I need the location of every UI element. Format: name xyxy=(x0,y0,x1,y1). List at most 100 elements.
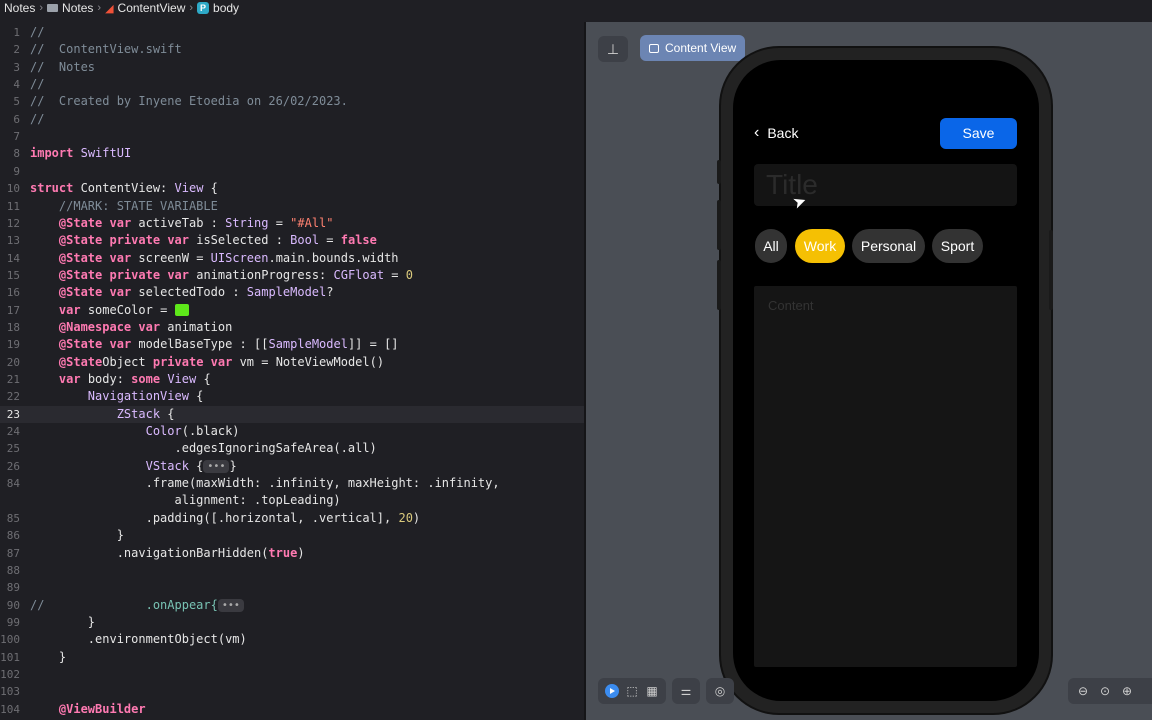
save-button[interactable]: Save xyxy=(940,118,1017,149)
preview-mode-group: ⬚ ▦ xyxy=(598,678,666,704)
code-text: VStack {•••} xyxy=(145,458,237,473)
line-number: 84 xyxy=(6,477,20,491)
code-text: // xyxy=(30,77,45,92)
line-number: 99 xyxy=(6,615,20,629)
phone-volume-down-button xyxy=(717,260,721,310)
breadcrumb-folder[interactable]: Notes xyxy=(62,1,93,15)
code-line[interactable]: 26 VStack {•••} xyxy=(0,458,584,475)
code-text: .padding([.horizontal, .vertical], 20) xyxy=(30,510,421,525)
tab-content-view[interactable]: Content View xyxy=(640,35,745,61)
code-editor[interactable]: 1 // 2 // ContentView.swift 3 // Notes 4 // 5 // … xyxy=(0,22,584,720)
line-number: 15 xyxy=(6,268,20,282)
line-number: 19 xyxy=(6,338,20,352)
code-text: //MARK: STATE VARIABLE xyxy=(30,198,218,213)
code-line[interactable]: 20 @StateObject private var vm = NoteVie… xyxy=(0,354,584,371)
code-line[interactable]: 12 @State var activeTab : String = "#All… xyxy=(0,215,584,232)
code-line[interactable]: 1 // xyxy=(0,24,584,41)
line-number: 7 xyxy=(13,130,20,144)
line-number: 6 xyxy=(13,112,20,126)
line-number: 21 xyxy=(6,373,20,386)
code-line[interactable]: 90 // .onAppear{••• xyxy=(0,597,584,614)
line-number: 2 xyxy=(13,43,20,57)
folded-code-icon[interactable]: ••• xyxy=(203,459,230,473)
code-line[interactable]: 15 @State private var animationProgress:… xyxy=(0,267,584,284)
code-line[interactable]: 3 // Notes xyxy=(0,59,584,76)
code-text: var body: some View { xyxy=(58,372,211,386)
swift-file-icon: ◢ xyxy=(105,2,114,15)
code-line[interactable]: 13 @State private var isSelected : Bool … xyxy=(0,232,584,249)
phone-power-button xyxy=(1049,230,1053,310)
code-line[interactable]: 5 // Created by Inyene Etoedia on 26/02/2… xyxy=(0,93,584,110)
back-button[interactable]: ‹ Back xyxy=(754,124,798,142)
code-line[interactable]: 16 @State var selectedTodo : SampleModel… xyxy=(0,284,584,301)
code-line[interactable]: 11 //MARK: STATE VARIABLE xyxy=(0,198,584,215)
line-number: 102 xyxy=(0,667,20,681)
code-text: // Notes xyxy=(30,59,96,74)
code-text: NavigationView { xyxy=(87,389,204,404)
folded-code-icon[interactable]: ••• xyxy=(217,598,244,612)
code-line[interactable]: 25 .edgesIgnoringSafeArea(.all) xyxy=(0,440,584,457)
code-line[interactable]: 18 @Namespace var animation xyxy=(0,319,584,336)
chip-personal[interactable]: Personal xyxy=(852,229,925,263)
code-line[interactable]: 23 ZStack { xyxy=(0,405,584,423)
line-number: 12 xyxy=(6,216,20,230)
line-number: 5 xyxy=(13,95,20,109)
code-line[interactable]: 10 struct ContentView: View { xyxy=(0,180,584,197)
pin-icon: ⊥ xyxy=(606,41,620,57)
line-number: 22 xyxy=(6,390,20,404)
color-swatch-icon[interactable] xyxy=(174,304,189,317)
code-line[interactable]: 21 var body: some View { xyxy=(0,371,584,388)
zoom-out-icon[interactable]: ⊖ xyxy=(1076,684,1090,698)
code-line[interactable]: 104 @ViewBuilder xyxy=(0,701,584,718)
code-line[interactable]: 2 // ContentView.swift xyxy=(0,41,584,58)
zoom-controls: ⊖ ⊙ ⊕ xyxy=(1068,678,1152,704)
code-line[interactable]: 100 .environmentObject(vm) xyxy=(0,631,584,648)
code-line[interactable]: 87 .navigationBarHidden(true) xyxy=(0,545,584,562)
device-settings-icon[interactable]: ◎ xyxy=(713,684,727,698)
code-line[interactable]: 4 // xyxy=(0,76,584,93)
code-line[interactable]: 7 xyxy=(0,128,584,145)
code-line[interactable]: 89 xyxy=(0,579,584,596)
chip-all[interactable]: All xyxy=(755,229,787,263)
code-line[interactable]: 22 NavigationView { xyxy=(0,388,584,405)
code-line[interactable]: 88 xyxy=(0,562,584,579)
toggle-settings-icon[interactable]: ⚌ xyxy=(679,684,693,698)
code-line[interactable]: 99 } xyxy=(0,614,584,631)
line-number: 13 xyxy=(6,234,20,248)
code-line[interactable]: alignment: .topLeading) xyxy=(0,492,584,509)
code-line[interactable]: 14 @State var screenW = UIScreen.main.bo… xyxy=(0,250,584,267)
code-line[interactable]: 6 // xyxy=(0,111,584,128)
chevron-right-icon: › xyxy=(39,2,44,14)
code-line[interactable]: 101 } xyxy=(0,649,584,666)
code-line[interactable]: 103 xyxy=(0,683,584,700)
line-number: 11 xyxy=(6,199,20,213)
zoom-in-icon[interactable]: ⊕ xyxy=(1120,684,1134,698)
code-line[interactable]: 85 .padding([.horizontal, .vertical], 20… xyxy=(0,510,584,527)
code-text: // ContentView.swift xyxy=(30,42,182,57)
code-text: @State var modelBaseType : [[SampleModel… xyxy=(58,337,399,352)
chip-work[interactable]: Work xyxy=(795,229,845,263)
live-preview-icon[interactable] xyxy=(605,684,619,698)
breadcrumb-symbol[interactable]: body xyxy=(213,1,239,15)
line-number: 104 xyxy=(0,702,20,716)
code-line[interactable]: 19 @State var modelBaseType : [[SampleMo… xyxy=(0,336,584,353)
code-line[interactable]: 84 .frame(maxWidth: .infinity, maxHeight… xyxy=(0,475,584,492)
selectable-mode-icon[interactable]: ⬚ xyxy=(625,684,639,698)
breadcrumb-file[interactable]: ContentView xyxy=(118,1,186,15)
code-line[interactable]: 24 Color(.black) xyxy=(0,423,584,440)
code-text: alignment: .topLeading) xyxy=(30,493,341,508)
zoom-fit-icon[interactable]: ⊙ xyxy=(1098,684,1112,698)
content-textarea[interactable]: Content xyxy=(754,286,1017,667)
code-line[interactable]: 86 } xyxy=(0,527,584,544)
code-line[interactable]: 9 xyxy=(0,163,584,180)
code-line[interactable]: 102 xyxy=(0,666,584,683)
code-line[interactable]: 8 import SwiftUI xyxy=(0,145,584,162)
variants-grid-icon[interactable]: ▦ xyxy=(645,684,659,698)
code-text: // Created by Inyene Etoedia on 26/02/20… xyxy=(30,94,348,109)
pin-button[interactable]: ⊥ xyxy=(598,36,628,62)
line-number: 20 xyxy=(6,355,20,369)
code-line[interactable]: 17 var someColor = xyxy=(0,302,584,319)
chip-sport[interactable]: Sport xyxy=(932,229,983,263)
line-number: 88 xyxy=(6,563,20,577)
breadcrumb-project[interactable]: Notes xyxy=(4,1,35,15)
